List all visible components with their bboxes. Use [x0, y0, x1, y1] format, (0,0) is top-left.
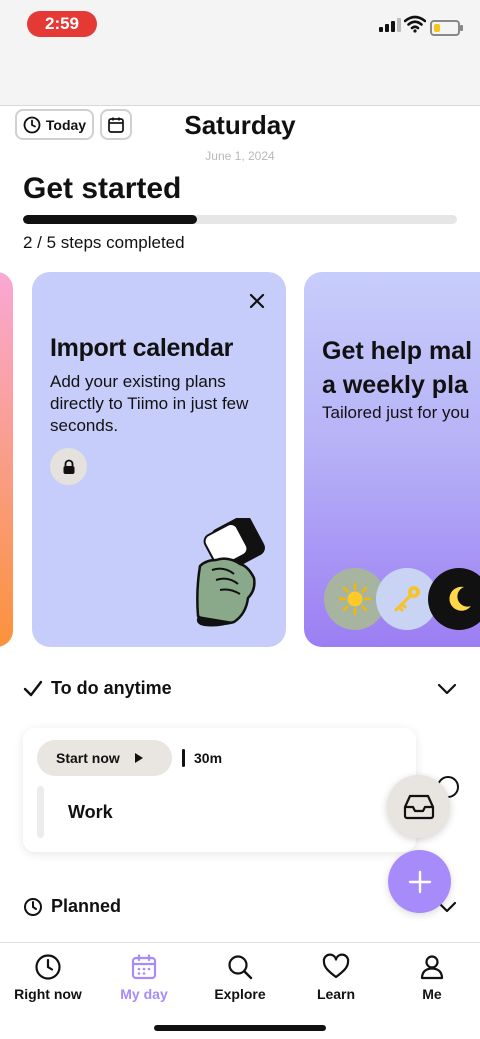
section-title: To do anytime	[51, 678, 172, 698]
play-icon	[134, 753, 143, 763]
planned-header[interactable]: Planned	[23, 896, 457, 917]
start-now-button[interactable]: Start now	[37, 740, 172, 776]
status-time: 2:59	[27, 11, 97, 37]
start-now-label: Start now	[56, 750, 120, 766]
weekly-title-line-1: Get help mal	[322, 337, 473, 365]
onboarding-progress-bar	[23, 215, 457, 224]
task-duration: 30m	[194, 750, 223, 766]
lock-icon	[63, 459, 74, 474]
calendar-icon	[131, 954, 157, 980]
tab-label: Learn	[316, 986, 356, 1002]
tab-label: Explore	[214, 986, 266, 1002]
cellular-signal-icon	[379, 16, 401, 32]
weekly-card-title: Get help mal a weekly pla	[322, 334, 480, 402]
inbox-button[interactable]	[387, 775, 450, 838]
chevron-down-icon[interactable]	[437, 683, 457, 695]
wifi-icon	[404, 15, 426, 33]
progress-fill	[23, 215, 197, 224]
card-description: Add your existing plans directly to Tiim…	[50, 372, 249, 435]
card-title: Import calendar	[50, 334, 234, 362]
key-icon	[394, 586, 420, 612]
tab-learn[interactable]: Learn	[288, 953, 384, 1002]
weekly-plan-card[interactable]: Get help mal a weekly pla Tailored just …	[304, 272, 480, 647]
clock-icon	[24, 897, 42, 916]
to-do-anytime-header[interactable]: To do anytime	[23, 678, 457, 699]
clock-icon	[35, 954, 61, 980]
section-title: Planned	[51, 896, 122, 916]
heart-icon	[322, 953, 350, 979]
tab-explore[interactable]: Explore	[192, 953, 288, 1002]
steps-completed-text: 2 / 5 steps completed	[23, 233, 185, 252]
checkmark-icon	[23, 680, 43, 696]
task-card[interactable]: Start now 30m Work	[23, 728, 416, 852]
weekly-title-line-2: a weekly pla	[322, 371, 468, 399]
bottom-tab-bar: Right now My day Explore Learn Me	[0, 942, 480, 1039]
plus-icon	[408, 870, 431, 893]
previous-card[interactable]	[0, 272, 13, 647]
tab-my-day[interactable]: My day	[96, 953, 192, 1002]
hand-phone-illustration	[196, 518, 265, 627]
import-calendar-card[interactable]: Import calendar Add your existing plans …	[32, 272, 286, 647]
close-icon[interactable]	[248, 292, 266, 310]
get-started-title: Get started	[23, 172, 182, 205]
tab-label: Right now	[14, 986, 82, 1002]
tab-me[interactable]: Me	[384, 953, 480, 1002]
day-title: Saturday	[184, 110, 296, 140]
inbox-icon	[403, 794, 434, 819]
weekly-card-description: Tailored just for you	[322, 403, 470, 422]
task-title: Work	[68, 802, 113, 822]
tab-right-now[interactable]: Right now	[0, 953, 96, 1002]
search-icon	[228, 955, 253, 980]
home-indicator	[154, 1025, 326, 1031]
moon-icon	[449, 586, 471, 611]
tab-label: My day	[120, 986, 168, 1002]
add-button[interactable]	[388, 850, 451, 913]
lock-badge	[50, 448, 87, 485]
task-color-stripe	[37, 786, 44, 838]
day-date: June 1, 2024	[205, 149, 275, 163]
tab-label: Me	[422, 986, 442, 1002]
person-icon	[420, 955, 444, 980]
status-bar: 2:59	[0, 0, 480, 106]
moon-bubble	[428, 568, 480, 630]
battery-icon	[430, 20, 463, 36]
sun-icon	[338, 582, 372, 616]
duration-marker	[182, 749, 185, 767]
